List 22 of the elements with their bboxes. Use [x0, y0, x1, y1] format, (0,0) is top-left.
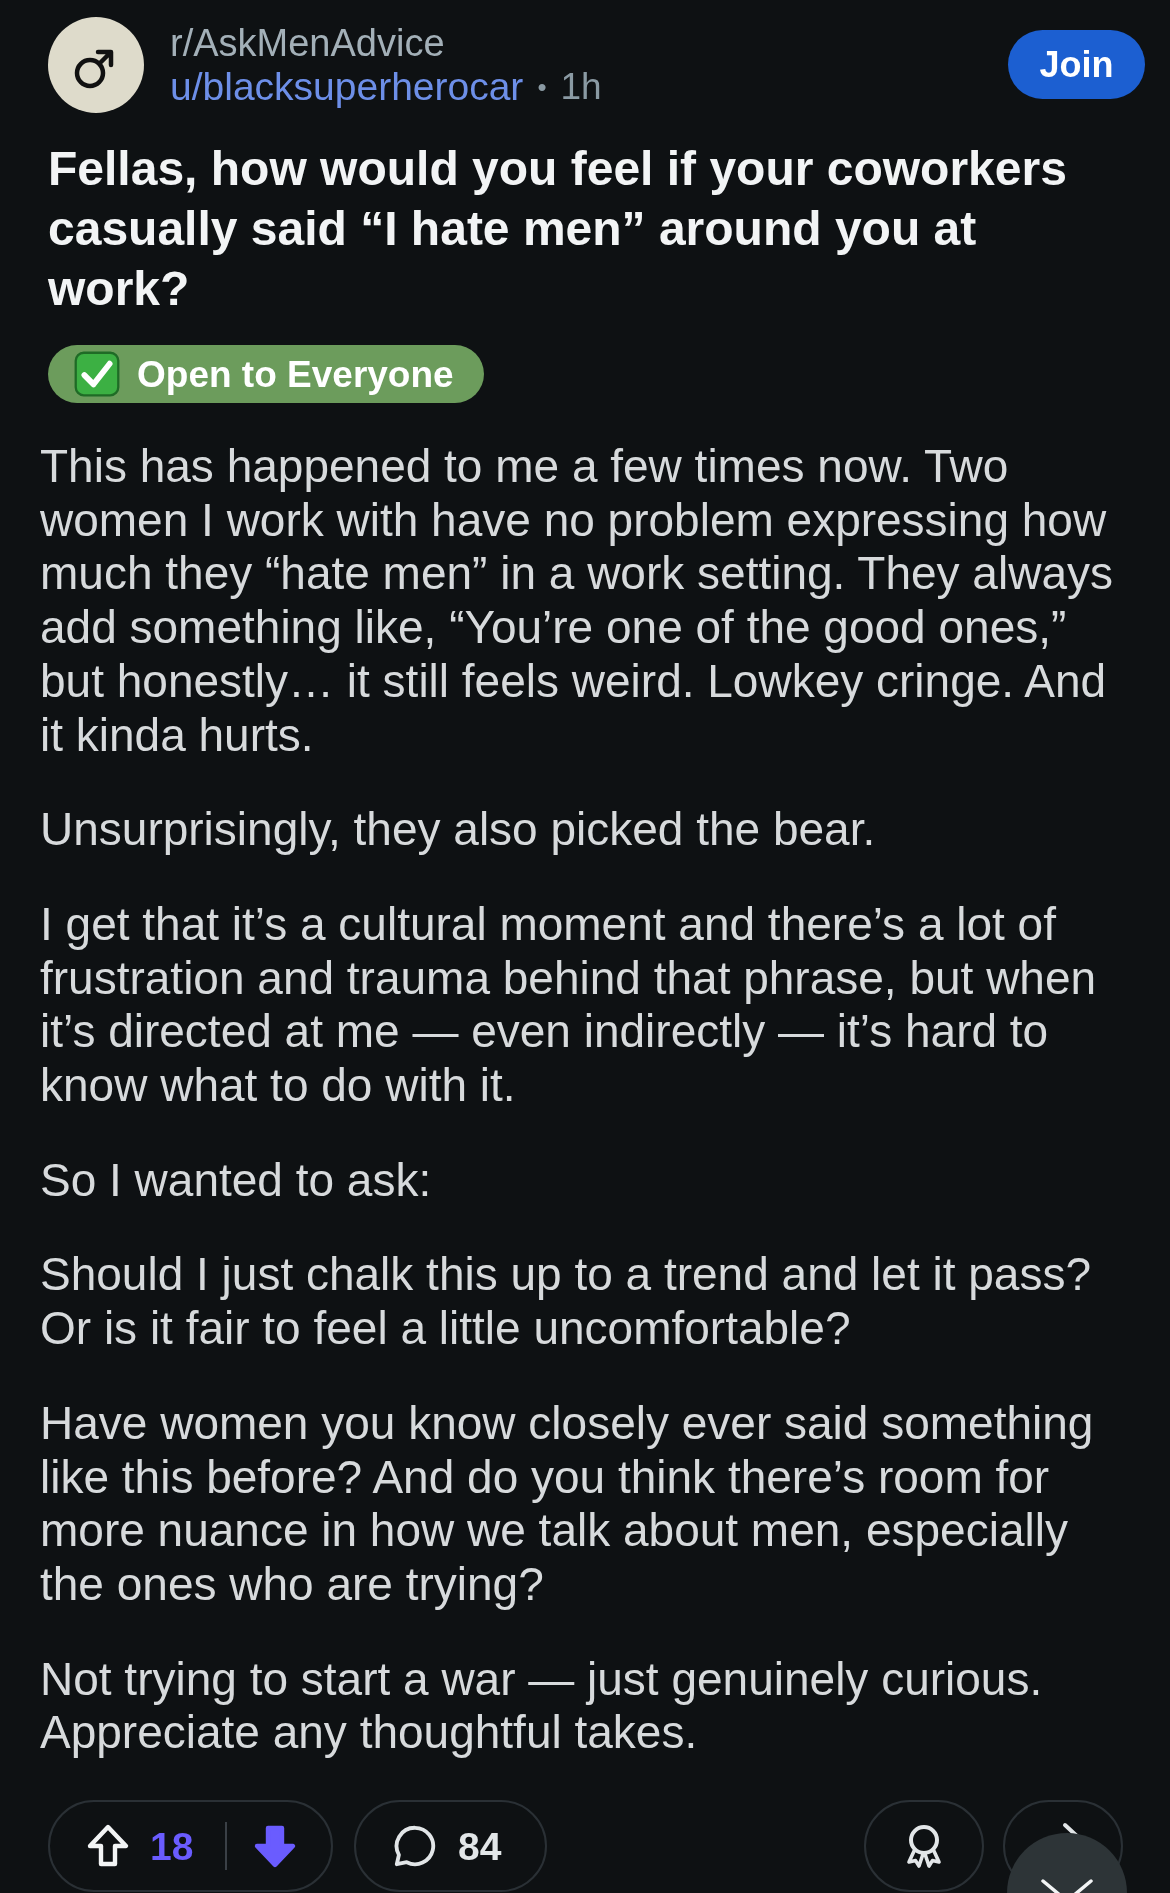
comments-button[interactable]: 84 — [354, 1800, 547, 1892]
post-title: Fellas, how would you feel if your coworkers casually said “I hate men” around you at work? — [48, 141, 1068, 317]
check-mark-icon — [74, 351, 120, 397]
subreddit-link[interactable]: r/AskMenAdvice — [170, 21, 445, 65]
join-button[interactable]: Join — [1008, 30, 1145, 99]
body-paragraph: This has happened to me a few times now. Two women I work with have no problem expressing how much they “hate men” in a work setting. They always add something like, “You’re one of the good ones,” but honestly… it still feels weird. Lowkey cringe. And it kinda hurts. — [40, 440, 1114, 763]
flair-label: Open to Everyone — [137, 355, 454, 393]
body-paragraph: So I wanted to ask: — [40, 1153, 433, 1208]
body-paragraph: Have women you know closely ever said something like this before? And do you think there’s room for more nuance in how we talk about men, especially the ones who are trying? — [40, 1396, 1095, 1612]
downvote-icon[interactable] — [253, 1823, 298, 1869]
body-paragraph: Not trying to start a war — just genuinely curious. Appreciate any thoughtful takes. — [40, 1652, 1044, 1761]
upvote-icon[interactable] — [86, 1823, 130, 1869]
speech-bubble-icon — [392, 1823, 438, 1869]
male-symbol-icon[interactable] — [48, 17, 144, 113]
body-paragraph: I get that it’s a cultural moment and there’s a lot of frustration and trauma behind that phrase, but when it’s directed at me — even indirectly — it’s hard to know what to do with it. — [40, 897, 1098, 1113]
vote-score: 18 — [150, 1826, 194, 1866]
award-button[interactable] — [864, 1800, 984, 1892]
username-link[interactable]: u/blacksuperherocar — [170, 65, 524, 109]
post-age: 1h — [560, 65, 602, 109]
body-paragraph: Unsurprisingly, they also picked the bear. — [40, 803, 877, 857]
separator: • — [537, 71, 547, 104]
body-paragraph: Should I just chalk this up to a trend and let it pass? Or is it fair to feel a little uncomfortable? — [40, 1248, 1092, 1356]
